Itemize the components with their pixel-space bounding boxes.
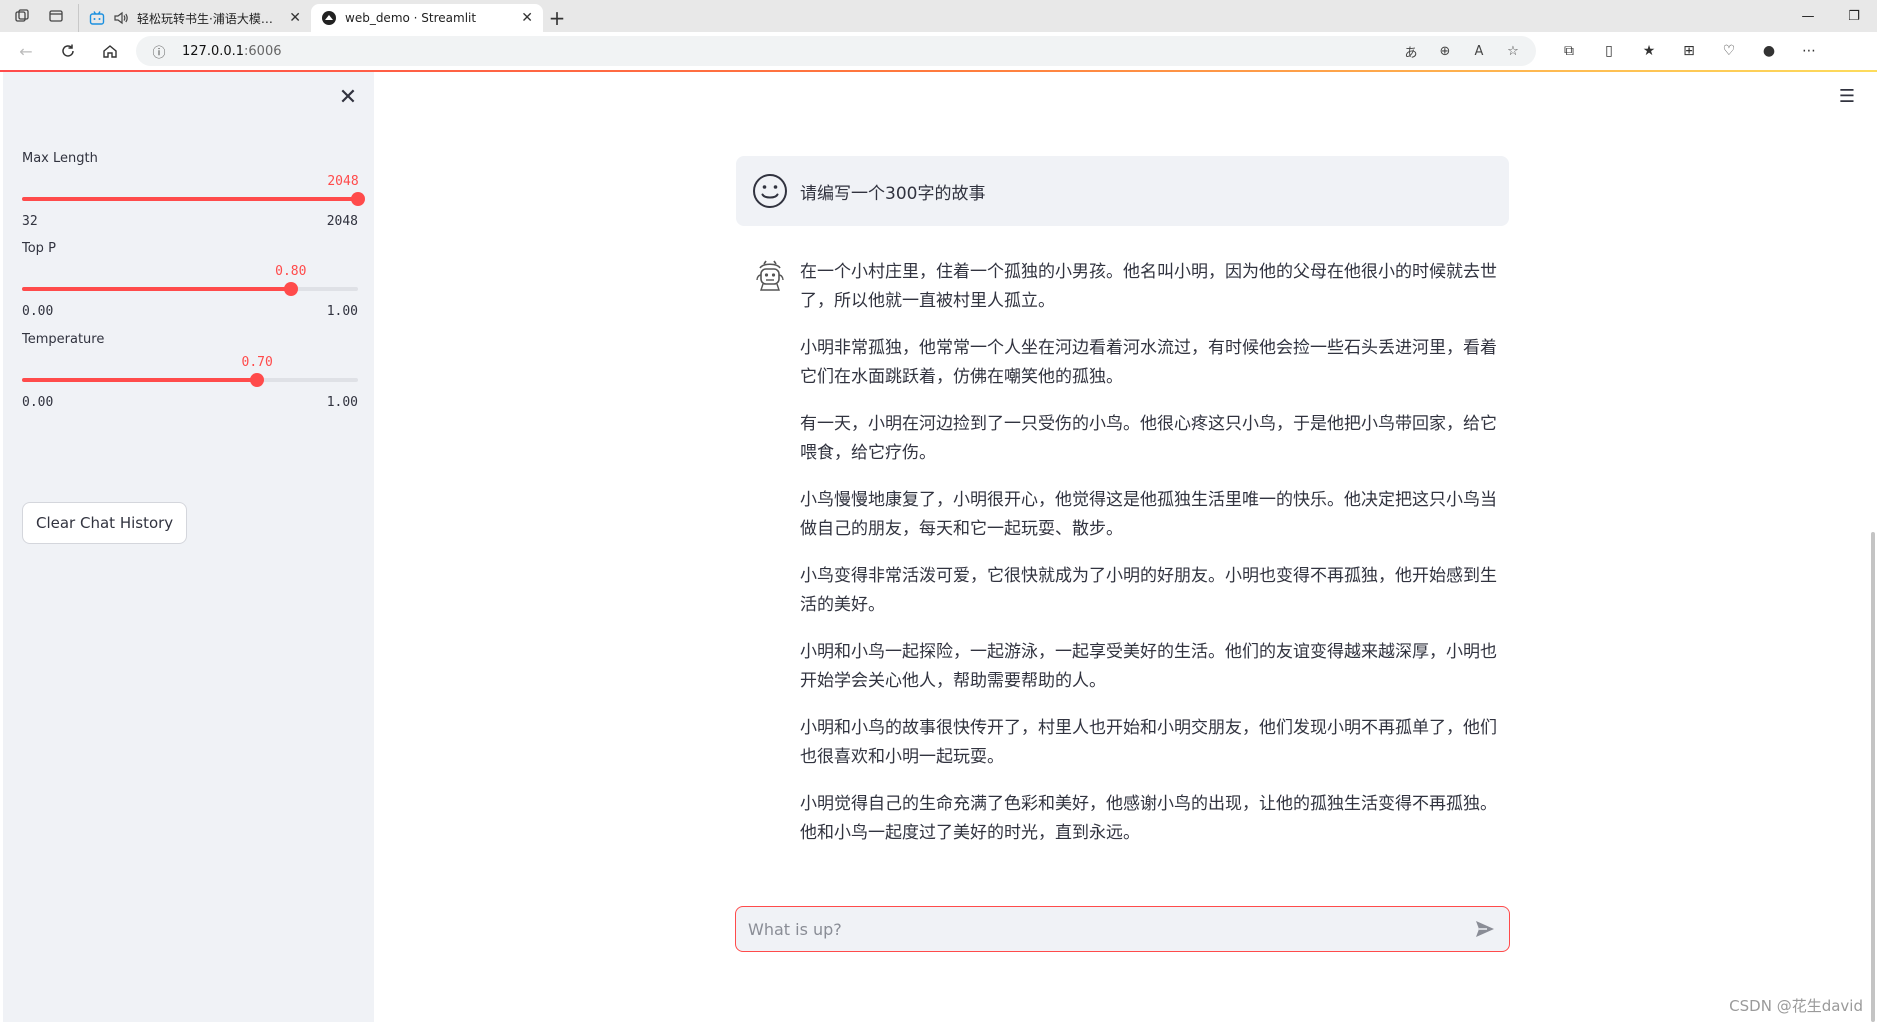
user-avatar-icon [753, 174, 787, 208]
user-message: 请编写一个300字的故事 [736, 156, 1509, 226]
translate-icon[interactable]: あ [1400, 42, 1422, 61]
browser-essentials-icon[interactable]: ♡ [1718, 43, 1740, 59]
slider-value: 0.70 [241, 355, 273, 370]
tab-actions-icon[interactable] [48, 8, 64, 24]
top-p-slider: Top P 0.80 0.00 1.00 [22, 241, 358, 319]
tab-title: web_demo · Streamlit [345, 11, 477, 25]
slider-max: 1.00 [326, 304, 358, 319]
slider-fill [22, 378, 258, 382]
extensions-icon[interactable]: ⧉ [1558, 43, 1580, 59]
zoom-icon[interactable]: ⊕ [1434, 44, 1456, 59]
assistant-paragraph: 在一个小村庄里，住着一个孤独的小男孩。他名叫小明，因为他的父母在他很小的时候就去… [800, 262, 1497, 311]
favorite-star-icon[interactable]: ☆ [1502, 44, 1524, 59]
assistant-paragraph: 有一天，小明在河边捡到了一只受伤的小鸟。他很心疼这只小鸟，于是他把小鸟带回家，给… [800, 414, 1497, 463]
browser-tab-1[interactable]: 轻松玩转书生·浦语大模型趣 ✕ [78, 4, 311, 32]
slider-range: 0.00 1.00 [22, 395, 358, 410]
assistant-paragraph: 小明和小鸟的故事很快传开了，村里人也开始和小明交朋友，他们发现小明不再孤单了，他… [800, 718, 1497, 767]
slider-range: 0.00 1.00 [22, 304, 358, 319]
slider-area: 2048 32 2048 [22, 174, 365, 229]
chat-input[interactable] [746, 918, 1471, 940]
slider-min: 0.00 [22, 395, 54, 410]
profile-icon[interactable]: ● [1758, 43, 1780, 59]
slider-track[interactable] [22, 192, 365, 206]
clear-chat-history-button[interactable]: Clear Chat History [22, 502, 188, 544]
assistant-message: 在一个小村庄里，住着一个孤独的小男孩。他名叫小明，因为他的父母在他很小的时候就去… [736, 258, 1509, 866]
url-text: 127.0.0.1:6006 [182, 44, 1388, 59]
close-sidebar-icon[interactable]: ✕ [336, 85, 360, 110]
temperature-slider: Temperature 0.70 0.00 1.00 [22, 332, 358, 410]
refresh-icon[interactable] [52, 35, 84, 67]
user-message-text: 请编写一个300字的故事 [800, 183, 986, 204]
address-bar[interactable]: ⓘ 127.0.0.1:6006 あ ⊕ A ☆ [136, 36, 1536, 66]
browser-toolbar: ← ⓘ 127.0.0.1:6006 あ ⊕ A ☆ ⧉ ▯ ★ ⊞ ♡ ● ⋯ [0, 32, 1877, 70]
slider-fill [22, 197, 358, 201]
read-aloud-icon[interactable]: A [1468, 44, 1490, 59]
speaker-icon[interactable] [113, 10, 129, 26]
close-tab-icon[interactable]: ✕ [289, 10, 301, 26]
assistant-paragraph: 小明觉得自己的生命充满了色彩和美好，他感谢小鸟的出现，让他的孤独生活变得不再孤独… [800, 794, 1497, 843]
collections-icon[interactable]: ⊞ [1678, 43, 1700, 59]
browser-tools: ⧉ ▯ ★ ⊞ ♡ ● ⋯ [1558, 43, 1820, 59]
favorites-icon[interactable]: ★ [1638, 43, 1660, 59]
slider-label: Temperature [22, 332, 105, 347]
assistant-paragraph: 小明和小鸟一起探险，一起游泳，一起享受美好的生活。他们的友谊变得越来越深厚，小明… [800, 642, 1497, 691]
bilibili-icon [89, 10, 105, 26]
hamburger-menu-icon[interactable]: ☰ [1839, 86, 1855, 107]
tab-title: 轻松玩转书生·浦语大模型趣 [137, 11, 282, 26]
slider-range: 32 2048 [22, 214, 358, 229]
slider-value: 2048 [327, 174, 359, 189]
chat-input-box [735, 906, 1510, 952]
max-length-slider: Max Length 2048 32 2048 [22, 151, 365, 229]
url-host: 127.0.0.1 [182, 43, 245, 59]
split-screen-icon[interactable]: ▯ [1598, 43, 1620, 59]
slider-min: 0.00 [22, 304, 54, 319]
slider-area: 0.80 0.00 1.00 [22, 264, 358, 319]
assistant-paragraph: 小明非常孤独，他常常一个人坐在河边看着河水流过，有时候他会捡一些石头丢进河里，看… [800, 338, 1497, 387]
more-options-icon[interactable]: ⋯ [1798, 43, 1820, 59]
new-tab-button[interactable]: + [543, 4, 571, 32]
url-port: :6006 [244, 43, 282, 59]
assistant-paragraph: 小鸟变得非常活泼可爱，它很快就成为了小明的好朋友。小明也变得不再孤独，他开始感到… [800, 566, 1497, 615]
robot-avatar-icon [756, 260, 784, 291]
scrollbar[interactable] [1871, 532, 1875, 1022]
main-content: ☰ 请编写一个300字的故事 在一个小村庄里，住着一个孤独的小男孩。他名叫小明，… [374, 72, 1877, 1022]
restore-icon[interactable]: ❐ [1831, 0, 1877, 32]
site-info-icon[interactable]: ⓘ [148, 42, 170, 61]
slider-fill [22, 287, 291, 291]
slider-thumb[interactable] [351, 192, 365, 206]
assistant-message-body: 在一个小村庄里，住着一个孤独的小男孩。他名叫小明，因为他的父母在他很小的时候就去… [800, 258, 1509, 866]
close-tab-icon[interactable]: ✕ [521, 10, 533, 26]
window-controls: — ❐ [1785, 0, 1877, 32]
slider-track[interactable] [22, 282, 358, 296]
streamlit-favicon-icon [321, 10, 337, 26]
slider-track[interactable] [22, 373, 358, 387]
assistant-paragraph: 小鸟慢慢地康复了，小明很开心，他觉得这是他孤独生活里唯一的快乐。他决定把这只小鸟… [800, 490, 1497, 539]
home-icon[interactable] [94, 35, 126, 67]
sidebar: ✕ Max Length 2048 32 2048 Top P 0.80 0.0… [3, 72, 374, 1022]
slider-label: Max Length [22, 151, 98, 166]
slider-thumb[interactable] [283, 282, 298, 296]
workspaces-icon[interactable] [14, 8, 30, 24]
slider-max: 1.00 [326, 395, 358, 410]
watermark: CSDN @花生david [1729, 997, 1863, 1015]
slider-thumb[interactable] [250, 373, 265, 387]
tab-bar-leading-icons [0, 0, 64, 32]
slider-area: 0.70 0.00 1.00 [22, 355, 358, 410]
send-icon[interactable] [1471, 915, 1499, 943]
browser-tab-bar: 轻松玩转书生·浦语大模型趣 ✕ web_demo · Streamlit ✕ +… [0, 0, 1877, 32]
slider-max: 2048 [326, 214, 358, 229]
slider-label: Top P [22, 241, 56, 256]
back-icon[interactable]: ← [10, 35, 42, 67]
minimize-icon[interactable]: — [1785, 0, 1831, 32]
slider-min: 32 [22, 214, 38, 229]
browser-tab-2[interactable]: web_demo · Streamlit ✕ [311, 4, 543, 32]
slider-value: 0.80 [275, 264, 307, 279]
